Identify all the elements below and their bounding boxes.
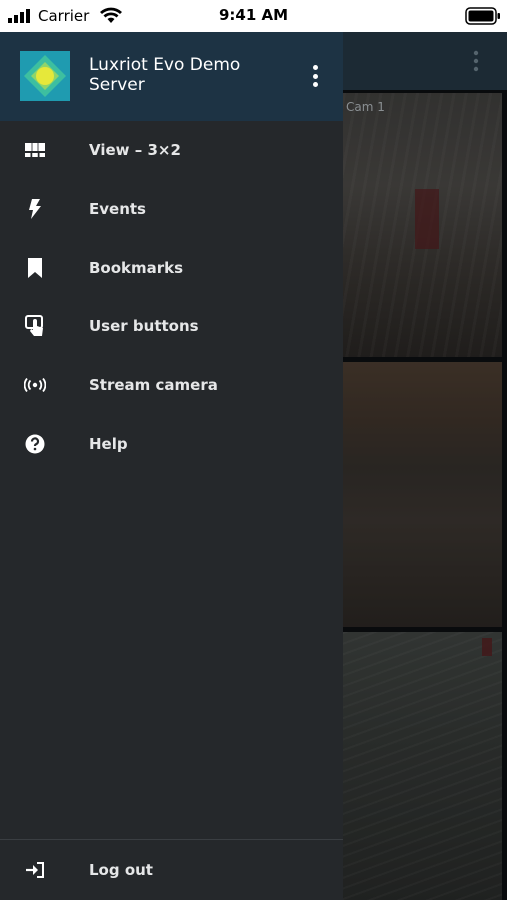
camera-label: Cam 1 [346,100,385,114]
drawer-header: Luxriot Evo Demo Server [0,32,343,121]
menu-item-label: Stream camera [89,376,218,395]
logout-label: Log out [89,861,153,879]
kebab-dot [312,82,318,87]
server-options-button[interactable] [305,62,325,90]
bookmark-icon [24,257,46,279]
menu-divider [0,839,343,840]
menu-item-stream-camera[interactable]: Stream camera [0,356,343,415]
status-bar: Carrier 9:41 AM [0,0,507,32]
navigation-drawer: Luxriot Evo Demo Server View – 3×2 Event… [0,32,343,900]
luxriot-logo-icon [20,51,70,101]
lightning-icon [24,198,46,220]
menu-item-view[interactable]: View – 3×2 [0,121,343,180]
logout-button[interactable]: Log out [0,842,343,898]
camera-view-toolbar [343,32,507,90]
menu-item-label: User buttons [89,317,199,336]
drawer-menu: View – 3×2 Events Bookmarks User buttons… [0,121,343,473]
menu-item-user-buttons[interactable]: User buttons [0,297,343,356]
menu-item-label: View – 3×2 [89,141,181,160]
grid-layout-icon [24,139,46,161]
broadcast-icon [24,374,46,396]
help-icon [24,433,46,455]
menu-item-label: Help [89,434,128,453]
clock: 9:41 AM [218,6,289,24]
menu-item-bookmarks[interactable]: Bookmarks [0,238,343,297]
more-options-icon[interactable] [473,50,479,72]
menu-item-label: Bookmarks [89,258,184,277]
touch-icon [24,315,46,337]
menu-item-label: Events [89,200,146,219]
logout-icon [24,859,46,881]
kebab-dot [312,65,318,70]
drawer-scrim[interactable] [343,90,507,900]
server-name: Luxriot Evo Demo Server [89,55,241,95]
kebab-dot [312,73,318,79]
menu-item-events[interactable]: Events [0,180,343,239]
battery-icon [465,7,500,25]
menu-item-help[interactable]: Help [0,414,343,473]
